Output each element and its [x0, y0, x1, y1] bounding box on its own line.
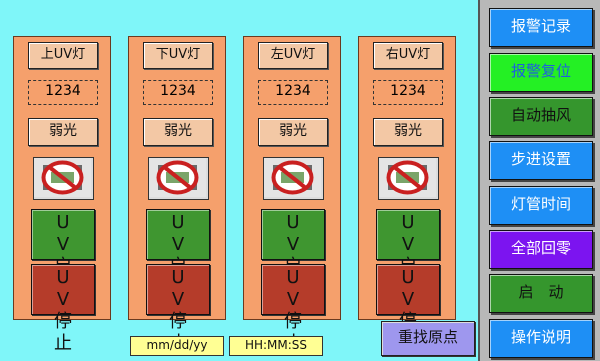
uv-stop-button[interactable]: U V 停 止 — [31, 264, 95, 354]
lamp-value-display: 1234 — [143, 80, 213, 105]
lamp-panel-right: 右UV灯 1234 弱光 U V 启 动 U V 停 止 — [358, 36, 456, 354]
weak-light-button[interactable]: 弱光 — [373, 118, 443, 146]
uv-start-top-label: U V — [171, 212, 203, 255]
no-sign-icon — [149, 158, 206, 197]
find-home-button[interactable]: 重找原点 — [381, 321, 475, 356]
time-display: HH:MM:SS — [229, 336, 323, 356]
instructions-button[interactable]: 操作说明 — [489, 319, 593, 358]
lamp-name-button[interactable]: 右UV灯 — [373, 42, 443, 69]
lamp-name-button[interactable]: 上UV灯 — [28, 42, 98, 69]
lamp-panel-left: 左UV灯 1234 弱光 U V 启 动 U V 停 止 — [243, 36, 341, 354]
status-indicator — [33, 157, 94, 200]
status-indicator — [378, 157, 439, 200]
weak-light-button[interactable]: 弱光 — [258, 118, 328, 146]
uv-start-button[interactable]: U V 启 动 — [146, 209, 210, 299]
side-menu: 报警记录报警复位自动抽风步进设置灯管时间全部回零启 动操作说明 — [478, 0, 600, 361]
alarm-log-button[interactable]: 报警记录 — [489, 8, 593, 47]
uv-start-top-label: U V — [401, 212, 433, 255]
lamp-time-button[interactable]: 灯管时间 — [489, 186, 593, 225]
uv-stop-button[interactable]: U V 停 止 — [261, 264, 325, 354]
step-settings-button[interactable]: 步进设置 — [489, 141, 593, 180]
lamp-panel-bottom: 下UV灯 1234 弱光 U V 启 动 U V 停 止 — [128, 36, 226, 354]
uv-start-button[interactable]: U V 启 动 — [261, 209, 325, 299]
uv-stop-top-label: U V — [56, 267, 88, 310]
alarm-reset-button[interactable]: 报警复位 — [489, 53, 593, 92]
uv-start-button[interactable]: U V 启 动 — [376, 209, 440, 299]
lamp-value-display: 1234 — [28, 80, 98, 105]
no-sign-icon — [264, 158, 321, 197]
start-button[interactable]: 启 动 — [489, 274, 593, 313]
weak-light-button[interactable]: 弱光 — [143, 118, 213, 146]
status-indicator — [263, 157, 324, 200]
lamp-name-button[interactable]: 下UV灯 — [143, 42, 213, 69]
no-sign-icon — [34, 158, 91, 197]
lamp-value-display: 1234 — [258, 80, 328, 105]
status-indicator — [148, 157, 209, 200]
all-return-zero-button[interactable]: 全部回零 — [489, 230, 593, 269]
no-sign-icon — [379, 158, 436, 197]
uv-start-top-label: U V — [286, 212, 318, 255]
uv-stop-button[interactable]: U V 停 止 — [376, 264, 440, 354]
weak-light-button[interactable]: 弱光 — [28, 118, 98, 146]
auto-exhaust-button[interactable]: 自动抽风 — [489, 97, 593, 136]
uv-stop-bottom-label: 停 止 — [54, 311, 90, 354]
lamp-value-display: 1234 — [373, 80, 443, 105]
lamp-panel-top: 上UV灯 1234 弱光 U V 启 动 U V 停 止 — [13, 36, 111, 354]
lamp-name-button[interactable]: 左UV灯 — [258, 42, 328, 69]
uv-stop-button[interactable]: U V 停 止 — [146, 264, 210, 354]
date-display: mm/dd/yy — [130, 336, 224, 356]
uv-stop-top-label: U V — [286, 267, 318, 310]
uv-start-top-label: U V — [56, 212, 88, 255]
uv-start-button[interactable]: U V 启 动 — [31, 209, 95, 299]
uv-stop-top-label: U V — [401, 267, 433, 310]
uv-stop-top-label: U V — [171, 267, 203, 310]
